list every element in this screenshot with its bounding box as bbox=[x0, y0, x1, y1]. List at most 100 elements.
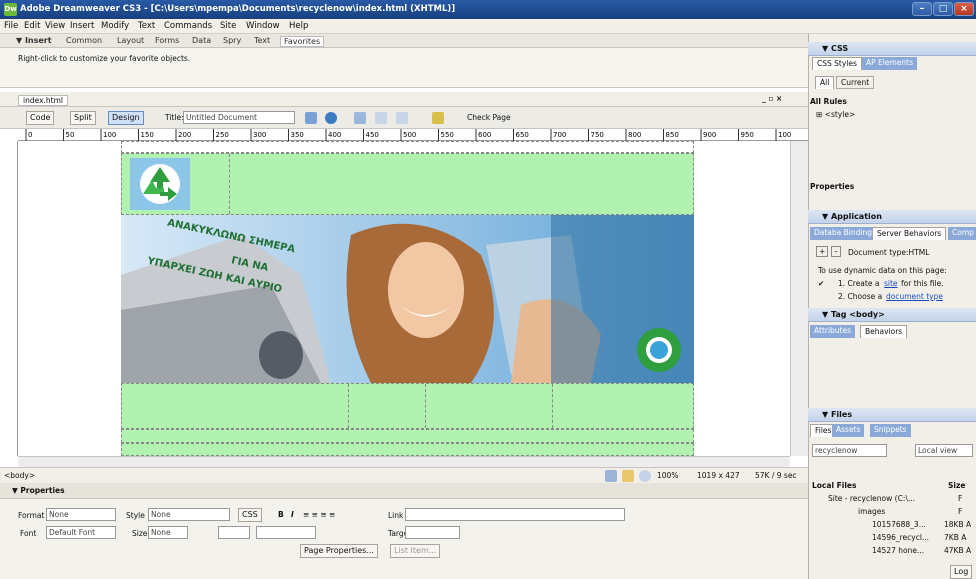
format-select[interactable]: None bbox=[46, 508, 116, 521]
log-button[interactable]: Log bbox=[950, 565, 973, 579]
css-button[interactable]: CSS bbox=[238, 508, 262, 522]
tree-item[interactable]: 14596_recycl... bbox=[872, 533, 929, 542]
design-view-button[interactable]: Design bbox=[108, 111, 144, 125]
design-canvas[interactable]: ΑΝΑΚΥΚΛΩΝΩ ΣΗΜΕΡΑ ΓΙΑ ΝΑ ΥΠΑΡΧΕΙ ΖΩΗ ΚΑΙ… bbox=[18, 141, 790, 456]
select-tool-icon[interactable] bbox=[605, 470, 617, 482]
font-select[interactable]: Default Font bbox=[46, 526, 116, 539]
menu-modify[interactable]: Modify bbox=[101, 21, 129, 31]
menu-insert[interactable]: Insert bbox=[70, 21, 94, 31]
site-select[interactable]: recyclenow bbox=[812, 444, 887, 457]
insert-tab-layout[interactable]: Layout bbox=[117, 36, 144, 45]
recycle-logo-icon[interactable] bbox=[130, 158, 190, 210]
code-view-button[interactable]: Code bbox=[26, 111, 55, 125]
style-select[interactable]: None bbox=[148, 508, 230, 521]
style-rule-item[interactable]: ⊞ <style> bbox=[816, 110, 855, 119]
menu-help[interactable]: Help bbox=[289, 21, 308, 31]
ruler-tick-label: 50 bbox=[66, 131, 75, 139]
menu-site[interactable]: Site bbox=[220, 21, 236, 31]
italic-button[interactable]: I bbox=[291, 510, 294, 519]
validate-markup-icon[interactable] bbox=[432, 112, 444, 124]
css-mode-all[interactable]: All bbox=[815, 76, 835, 89]
properties-panel-header[interactable]: ▼ Properties bbox=[0, 483, 808, 499]
header-row[interactable] bbox=[121, 153, 694, 215]
split-view-button[interactable]: Split bbox=[70, 111, 96, 125]
content-row[interactable] bbox=[121, 383, 694, 429]
bold-button[interactable]: B bbox=[278, 510, 284, 519]
page-properties-button[interactable]: Page Properties... bbox=[300, 544, 378, 558]
tree-item[interactable]: Site - recyclenow (C:\... bbox=[828, 494, 915, 503]
ruler-tick-label: 200 bbox=[178, 131, 191, 139]
view-options-icon[interactable] bbox=[375, 112, 387, 124]
tag-selector[interactable]: <body> bbox=[4, 471, 35, 480]
tab-snippets[interactable]: Snippets bbox=[870, 424, 911, 437]
menu-file[interactable]: File bbox=[4, 21, 18, 31]
check-page-button[interactable]: Check Page bbox=[467, 113, 511, 122]
create-site-link[interactable]: site bbox=[884, 279, 898, 288]
properties-title: ▼ Properties bbox=[12, 486, 65, 495]
maximize-button[interactable]: □ bbox=[933, 2, 953, 16]
insert-tab-spry[interactable]: Spry bbox=[223, 36, 241, 45]
list-item-button[interactable]: List Item... bbox=[390, 544, 441, 558]
insert-tab-data[interactable]: Data bbox=[192, 36, 211, 45]
css-properties-label: Properties bbox=[810, 182, 855, 191]
tab-ap-elements[interactable]: AP Elements bbox=[862, 57, 917, 70]
canvas-vertical-scrollbar[interactable] bbox=[790, 141, 808, 456]
banner-image[interactable]: ΑΝΑΚΥΚΛΩΝΩ ΣΗΜΕΡΑ ΓΙΑ ΝΑ ΥΠΑΡΧΕΙ ΖΩΗ ΚΑΙ… bbox=[121, 215, 694, 383]
footer-row-2[interactable] bbox=[121, 443, 694, 456]
file-management-icon[interactable] bbox=[305, 112, 317, 124]
minimize-button[interactable]: – bbox=[912, 2, 932, 16]
tab-databindings[interactable]: Databa Binding bbox=[810, 227, 876, 240]
tab-behaviors[interactable]: Behaviors bbox=[860, 325, 908, 338]
view-select[interactable]: Local view bbox=[915, 444, 973, 457]
tree-item[interactable]: 10157688_3... bbox=[872, 520, 926, 529]
document-tab[interactable]: index.html bbox=[18, 95, 68, 106]
menu-text[interactable]: Text bbox=[138, 21, 155, 31]
remove-behavior-button[interactable]: – bbox=[831, 246, 841, 257]
align-buttons[interactable]: ≡ ≡ ≡ ≡ bbox=[303, 510, 335, 519]
size-select[interactable]: None bbox=[148, 526, 188, 539]
menu-edit[interactable]: Edit bbox=[24, 21, 40, 31]
tree-item[interactable]: images bbox=[858, 507, 885, 516]
insert-bar-toggle[interactable]: ▼ Insert bbox=[16, 36, 52, 45]
link-label: Link bbox=[388, 511, 404, 520]
tab-attributes[interactable]: Attributes bbox=[810, 325, 856, 338]
close-button[interactable]: × bbox=[954, 2, 974, 16]
tab-server-behaviors[interactable]: Server Behaviors bbox=[872, 227, 947, 240]
css-mode-current[interactable]: Current bbox=[836, 76, 875, 89]
menu-window[interactable]: Window bbox=[246, 21, 280, 31]
tag-inspector-header[interactable]: ▼ Tag <body> bbox=[808, 308, 976, 322]
zoom-tool-icon[interactable] bbox=[639, 470, 651, 482]
document-window-controls[interactable]: _ ▫ × bbox=[762, 94, 782, 103]
css-panel-header[interactable]: ▼ CSS bbox=[808, 42, 976, 56]
size-unit-select[interactable] bbox=[218, 526, 250, 539]
link-input[interactable] bbox=[405, 508, 625, 521]
zoom-level[interactable]: 100% bbox=[657, 471, 678, 480]
insert-tab-text[interactable]: Text bbox=[254, 36, 270, 45]
files-panel-header[interactable]: ▼ Files bbox=[808, 408, 976, 422]
footer-row-1[interactable] bbox=[121, 429, 694, 443]
application-panel-header[interactable]: ▼ Application bbox=[808, 210, 976, 224]
choose-document-type-link[interactable]: document type bbox=[886, 292, 943, 301]
tab-assets[interactable]: Assets bbox=[832, 424, 865, 437]
document-title-input[interactable]: Untitled Document bbox=[183, 111, 295, 124]
vertical-ruler bbox=[0, 141, 18, 456]
hand-tool-icon[interactable] bbox=[622, 470, 634, 482]
target-select[interactable] bbox=[405, 526, 460, 539]
menu-view[interactable]: View bbox=[45, 21, 65, 31]
tree-item[interactable]: 14527 hone... bbox=[872, 546, 924, 555]
insert-tab-favorites[interactable]: Favorites bbox=[280, 36, 325, 47]
add-behavior-button[interactable]: + bbox=[816, 246, 829, 257]
menu-commands[interactable]: Commands bbox=[164, 21, 212, 31]
visual-aids-icon[interactable] bbox=[396, 112, 408, 124]
tab-css-styles[interactable]: CSS Styles bbox=[812, 57, 862, 70]
color-input[interactable] bbox=[256, 526, 316, 539]
preview-browser-icon[interactable] bbox=[325, 112, 337, 124]
refresh-icon[interactable] bbox=[354, 112, 366, 124]
window-size[interactable]: 1019 x 427 bbox=[697, 471, 740, 480]
canvas-horizontal-scrollbar[interactable] bbox=[18, 456, 790, 467]
insert-tab-common[interactable]: Common bbox=[66, 36, 102, 45]
layout-row-top[interactable] bbox=[121, 141, 694, 153]
tab-components[interactable]: Comp bbox=[948, 227, 976, 240]
tree-item-size: 7KB A bbox=[944, 533, 967, 542]
insert-tab-forms[interactable]: Forms bbox=[155, 36, 179, 45]
